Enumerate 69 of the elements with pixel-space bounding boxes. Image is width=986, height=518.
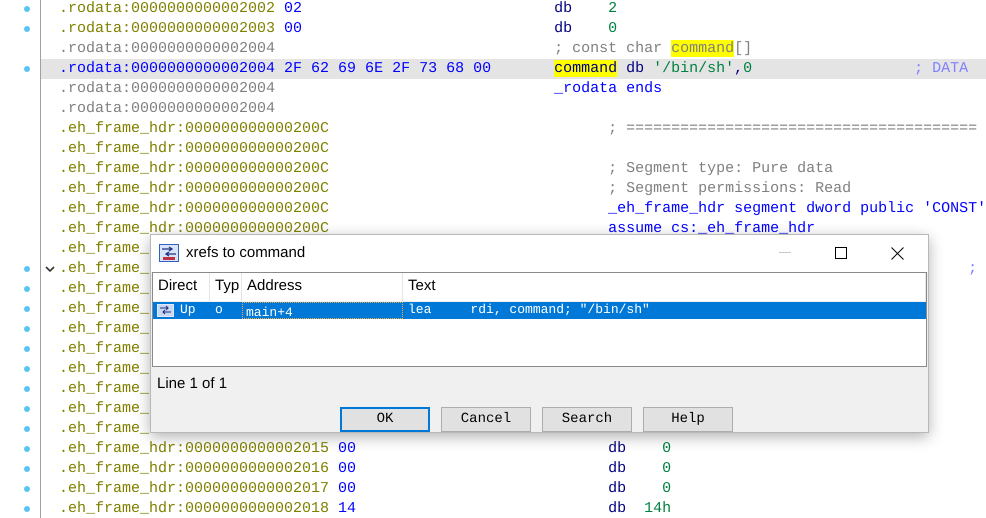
instruction-text: db 0	[608, 440, 672, 457]
instruction-text: ; Segment permissions: Read	[608, 180, 852, 197]
column-header[interactable]: Typ	[210, 272, 242, 301]
hex-bytes: 00	[337, 440, 356, 457]
address-label: .eh_frame_	[59, 340, 150, 357]
address-label: .eh_frame_	[59, 360, 150, 377]
address-label: .eh_frame_	[59, 380, 150, 397]
xref-icon	[157, 304, 174, 317]
column-header[interactable]: Direct	[153, 272, 210, 301]
address-label: .eh_frame_	[59, 280, 150, 297]
address-label: .rodata:0000000000002004	[59, 60, 276, 77]
address-label: .rodata:0000000000002004	[59, 100, 276, 117]
address-label: .eh_frame_hdr:000000000000200C	[59, 180, 330, 197]
address-label: .eh_frame_	[59, 400, 150, 417]
column-header[interactable]: Address	[242, 272, 403, 301]
address-label: .eh_frame_hdr:000000000000200C	[59, 220, 330, 237]
address-label: .eh_frame_hdr:0000000000002016	[59, 460, 330, 477]
address-label: .eh_frame_	[59, 320, 150, 337]
address-text: main+4	[242, 302, 403, 319]
instruction-text: assume cs:_eh_frame_hdr	[608, 220, 816, 237]
address-label: .rodata:0000000000002003	[59, 20, 276, 37]
type-text: o	[214, 301, 224, 320]
address-label: .eh_frame_hdr:000000000000200C	[59, 140, 330, 157]
column-header[interactable]: Text	[403, 272, 926, 301]
instruction-text: ; Segment type: Pure data	[608, 160, 834, 177]
address-label: .rodata:0000000000002004	[59, 40, 276, 57]
dialog-button[interactable]: Help	[643, 407, 733, 432]
hex-bytes: 00	[337, 480, 356, 497]
hex-bytes: 14	[337, 500, 356, 517]
instruction-text: db 0	[554, 20, 618, 37]
address-label: .eh_frame_	[59, 300, 150, 317]
instruction-text: db 14h	[608, 500, 672, 517]
hex-bytes: 2F 62 69 6E 2F 73 68 00	[283, 60, 492, 77]
xref-icon	[159, 244, 179, 262]
instruction-text: db 0	[608, 460, 672, 477]
address-label: .eh_frame_hdr:000000000000200C	[59, 160, 330, 177]
dialog-button[interactable]: Search	[542, 407, 632, 432]
instruction-text: ; const char command[]	[554, 40, 752, 57]
maximize-icon[interactable]	[835, 247, 847, 260]
line-count-text: Line 1 of 1	[157, 374, 228, 394]
address-label: .eh_frame_hdr:000000000000200C	[59, 120, 330, 137]
window-title: xrefs to command	[186, 243, 306, 264]
comment-text: ;	[968, 259, 978, 279]
instruction-text: db 0	[608, 480, 672, 497]
instruction-text: _eh_frame_hdr segment dword public 'CONST'	[608, 200, 986, 217]
close-icon[interactable]	[891, 246, 904, 260]
hex-bytes: 00	[283, 20, 302, 37]
instruction-text: lea rdi, command; "/bin/sh"	[407, 301, 650, 320]
direction-text: Up	[180, 301, 196, 320]
dialog-button[interactable]: OK	[340, 407, 430, 432]
hex-bytes: 00	[337, 460, 356, 477]
address-label: .eh_frame_hdr:0000000000002018	[59, 500, 330, 517]
instruction-text: ; =======================================	[608, 120, 978, 137]
address-label: .rodata:0000000000002004	[59, 80, 276, 97]
address-label: .rodata:0000000000002002	[59, 0, 276, 17]
instruction-text: _rodata ends	[554, 80, 662, 97]
chevron-down-icon[interactable]	[45, 266, 55, 272]
comment-text: ; DATA	[914, 59, 968, 79]
address-label: .eh_frame_	[59, 240, 150, 257]
address-label: .eh_frame_hdr:000000000000200C	[59, 200, 330, 217]
address-label: .eh_frame_	[59, 260, 150, 277]
address-label: .eh_frame_hdr:0000000000002015	[59, 440, 330, 457]
hex-bytes: 02	[283, 0, 302, 17]
instruction-text: command db '/bin/sh',0	[554, 60, 752, 77]
instruction-text: db 2	[554, 0, 618, 17]
xref-row[interactable]: Up o main+4 lea rdi, command; "/bin/sh"	[153, 302, 926, 319]
address-label: .eh_frame_hdr:0000000000002017	[59, 480, 330, 497]
dialog-button[interactable]: Cancel	[441, 407, 531, 432]
address-label: .eh_frame_	[59, 420, 150, 437]
